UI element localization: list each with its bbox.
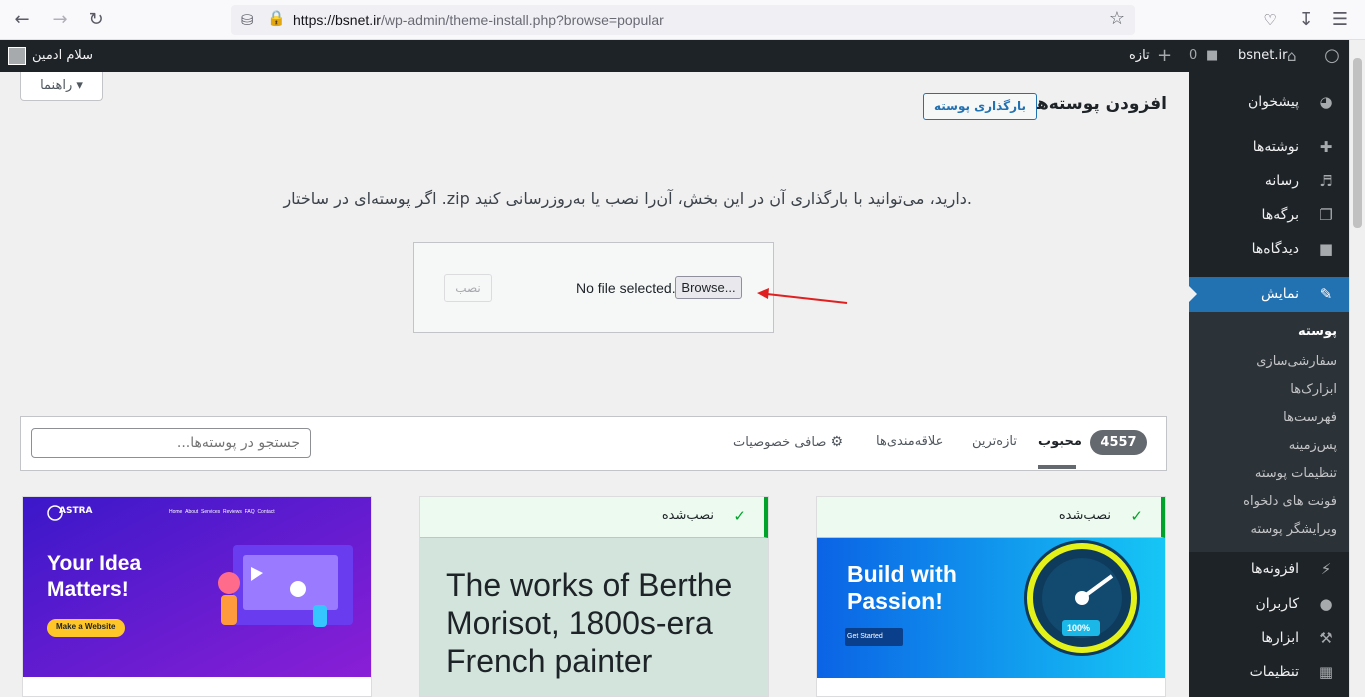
berthe-line-2: Morisot, 1800s-era [446, 605, 713, 641]
pages-icon: ❐ [1319, 206, 1333, 224]
sidebar-item-appearance[interactable]: ✎ نمایش [1189, 277, 1349, 312]
sidebar-item-media[interactable]: ♬ رسانه [1189, 164, 1349, 198]
upload-theme-button[interactable]: بارگذاری پوسته [923, 93, 1037, 120]
no-file-label: No file selected. [576, 280, 676, 296]
submenu-custom-fonts[interactable]: فونت های دلخواه [1243, 494, 1337, 509]
lock-icon[interactable]: 🔒 [267, 9, 286, 27]
submenu-menus[interactable]: فهرست‌ها [1283, 410, 1337, 425]
dashboard-icon: ◕ [1319, 93, 1333, 111]
sidebar-item-pages[interactable]: ❐ برگه‌ها [1189, 198, 1349, 232]
passion-line-1: Build with [847, 561, 957, 587]
red-arrow-annotation [757, 288, 848, 304]
sidebar-item-plugins[interactable]: ⚡ افزونه‌ها [1189, 552, 1349, 586]
browser-toolbar: ← → ↻ ⛁ 🔒 https://bsnet.ir/wp-admin/them… [0, 0, 1365, 40]
submenu-widgets[interactable]: ابزارک‌ها [1290, 382, 1337, 397]
comments-count[interactable]: 0 [1189, 40, 1197, 72]
address-bar[interactable]: ⛁ 🔒 https://bsnet.ir/wp-admin/theme-inst… [231, 5, 1135, 35]
page-title: افزودن پوسته‌ها [1030, 94, 1167, 114]
theme-card-passion[interactable]: نصب‌شده ✓ Build with Passion! Get Started… [816, 496, 1166, 697]
theme-search-input[interactable] [31, 428, 311, 458]
comment-bubble-icon[interactable]: ■ [1206, 40, 1218, 72]
check-icon: ✓ [1130, 507, 1143, 525]
passion-line-2: Passion! [847, 588, 943, 614]
plugins-icon: ⚡ [1320, 560, 1332, 578]
menu-icon[interactable]: ☰ [1328, 8, 1352, 32]
pin-icon: ✚ [1319, 138, 1333, 156]
sidebar-item-posts[interactable]: ✚ نوشته‌ها [1189, 130, 1349, 164]
astra-nav: Home About Services Reviews FAQ Contact [169, 509, 275, 515]
shield-icon[interactable]: ⛁ [241, 11, 254, 29]
appearance-submenu: پوسته سفارشی‌سازی ابزارک‌ها فهرست‌ها پس‌… [1189, 312, 1349, 552]
new-content-link[interactable]: تازه [1129, 40, 1150, 72]
appearance-icon: ✎ [1319, 285, 1333, 303]
astra-headline-1: Your Idea [47, 552, 142, 575]
berthe-line-1: The works of Berthe [446, 567, 733, 603]
astra-headline-2: Matters! [47, 578, 129, 601]
feature-filter-button[interactable]: صافی خصوصیات ⚙ [733, 434, 843, 450]
home-icon[interactable]: ⌂ [1287, 40, 1297, 72]
sidebar-item-settings[interactable]: ▦ تنظیمات [1189, 655, 1349, 689]
install-button[interactable]: نصب [444, 274, 492, 302]
tab-popular[interactable]: محبوب [1038, 434, 1082, 449]
submenu-customize[interactable]: سفارشی‌سازی [1256, 354, 1337, 369]
upload-description: اگر پوسته‌ای در ساختار .zip دارید، می‌تو… [283, 189, 972, 208]
submenu-theme-editor[interactable]: ویرایشگر پوسته [1251, 522, 1338, 537]
berthe-line-3: French painter [446, 643, 653, 679]
sidebar-item-comments[interactable]: ■ دیدگاه‌ها [1189, 232, 1349, 266]
submenu-theme-settings[interactable]: تنظیمات پوسته [1255, 466, 1337, 481]
admin-bar: ○ ⌂ bsnet.ir ■ 0 + تازه سلام ادمین [0, 40, 1349, 72]
tools-icon: ⚒ [1319, 629, 1333, 647]
submenu-themes[interactable]: پوسته [1298, 324, 1337, 339]
url-text[interactable]: https://bsnet.ir/wp-admin/theme-install.… [293, 12, 664, 28]
theme-count-badge: 4557 [1090, 430, 1147, 455]
sidebar-item-tools[interactable]: ⚒ ابزارها [1189, 621, 1349, 655]
browse-button[interactable]: Browse... [675, 276, 742, 299]
comments-icon: ■ [1318, 240, 1334, 258]
current-menu-pointer [1189, 286, 1197, 302]
sidebar-item-dashboard[interactable]: ◕ پیشخوان [1189, 85, 1349, 119]
users-icon: ● [1319, 595, 1333, 613]
greeting-link[interactable]: سلام ادمین [32, 40, 93, 72]
active-tab-underline [1038, 465, 1076, 469]
theme-card-berthe[interactable]: نصب‌شده ✓ The works of Berthe Morisot, 18… [419, 496, 769, 697]
tab-latest[interactable]: تازه‌ترین [972, 434, 1017, 449]
forward-icon[interactable]: → [48, 8, 72, 32]
astra-cta: Make a Website [56, 622, 116, 631]
caret-down-icon: ▾ [76, 78, 83, 93]
bookmark-star-icon[interactable]: ☆ [1109, 8, 1125, 29]
submenu-background[interactable]: پس‌زمینه [1289, 438, 1337, 453]
site-name-link[interactable]: bsnet.ir [1238, 40, 1287, 72]
avatar[interactable] [8, 47, 26, 65]
pocket-icon[interactable]: ♡ [1258, 8, 1282, 32]
astra-brand: ASTRA [59, 506, 93, 516]
page-scrollbar[interactable] [1349, 40, 1365, 697]
help-button[interactable]: راهنما ▾ [20, 72, 103, 101]
downloads-icon[interactable]: ↧ [1294, 8, 1318, 32]
gear-icon: ⚙ [830, 434, 844, 450]
plus-icon[interactable]: + [1157, 40, 1172, 72]
passion-gauge-label: 100% [1067, 623, 1091, 633]
reload-icon[interactable]: ↻ [84, 8, 108, 32]
passion-cta: Get Started [847, 633, 883, 640]
admin-sidebar: ◕ پیشخوان ✚ نوشته‌ها ♬ رسانه ❐ برگه‌ها ■ دیدگ… [1189, 72, 1349, 697]
installed-bar: نصب‌شده ✓ [817, 497, 1165, 538]
back-icon[interactable]: ← [10, 8, 34, 32]
installed-bar: نصب‌شده ✓ [420, 497, 768, 538]
check-icon: ✓ [733, 507, 746, 525]
wordpress-logo-icon[interactable]: ○ [1320, 40, 1344, 72]
sidebar-item-users[interactable]: ● کاربران [1189, 587, 1349, 621]
theme-card-astra[interactable]: ASTRA Home About Services Reviews FAQ Co… [22, 496, 372, 697]
media-icon: ♬ [1319, 172, 1333, 190]
tab-favorites[interactable]: علاقه‌مندی‌ها [876, 434, 943, 449]
scrollbar-thumb[interactable] [1353, 58, 1362, 228]
settings-icon: ▦ [1318, 663, 1334, 681]
